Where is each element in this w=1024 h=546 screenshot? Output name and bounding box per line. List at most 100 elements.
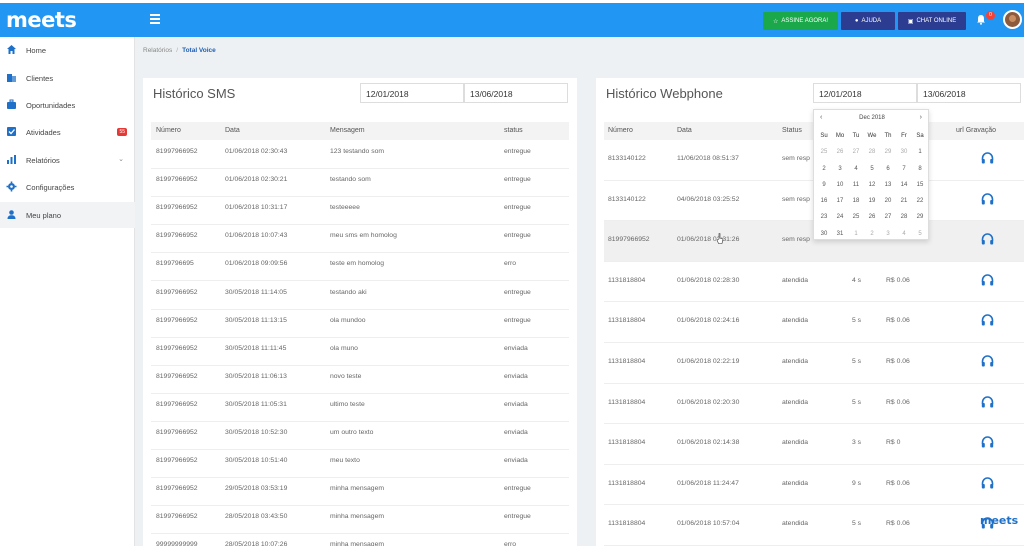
table-row[interactable]: 1131818804 01/06/2018 10:57:04 atendida 5 s… [604,505,1024,546]
breadcrumb-parent[interactable]: Relatórios [143,47,172,54]
calendar-day[interactable]: 18 [848,193,864,209]
calendar-day[interactable]: 29 [912,209,928,225]
calendar-prev-button[interactable]: ‹ [820,114,822,121]
table-row[interactable]: 81997966952 01/06/2018 02:30:21 testando s… [151,169,569,198]
calendar-day[interactable]: 22 [912,193,928,209]
calendar-day[interactable]: 19 [864,193,880,209]
menu-icon[interactable] [150,14,160,24]
calendar-day[interactable]: 10 [832,177,848,193]
table-row[interactable]: 81997966952 30/05/2018 11:11:45 ola muno en… [151,338,569,366]
calendar-day[interactable]: 1 [912,144,928,160]
table-row[interactable]: 1131818804 01/06/2018 02:24:16 atendida 5 s… [604,302,1024,343]
calendar-day[interactable]: 28 [864,144,880,160]
calendar-day[interactable]: 28 [896,209,912,225]
headphone-icon[interactable] [981,233,994,245]
calendar-day[interactable]: 4 [848,161,864,177]
headphone-icon[interactable] [981,476,994,489]
headphone-icon[interactable] [981,192,994,205]
headphone-icon[interactable] [981,436,994,448]
calendar-day[interactable]: 25 [816,144,832,160]
sidebar-item-oportunidades[interactable]: Oportunidades [0,92,135,118]
webphone-date-from-input[interactable]: 12/01/2018 [813,83,917,103]
table-row[interactable]: 1131818804 01/06/2018 02:14:38 atendida 3 s… [604,424,1024,465]
calendar-month-label[interactable]: Dec 2018 [814,115,930,125]
assine-agora-button[interactable]: ☆ ASSINE AGORA! [763,12,838,30]
calendar-day[interactable]: 24 [832,209,848,225]
calendar-day[interactable]: 5 [864,161,880,177]
calendar-day[interactable]: 26 [832,144,848,160]
app-logo[interactable]: meets [6,8,77,32]
sms-date-from-input[interactable]: 12/01/2018 [360,83,464,103]
sidebar-item-atividades[interactable]: Atividades 55 [0,119,135,145]
calendar-day[interactable]: 26 [864,209,880,225]
col-status[interactable]: Status [782,127,802,134]
calendar-day[interactable]: 29 [880,144,896,160]
calendar-day[interactable]: 1 [848,226,864,242]
sidebar-item-home[interactable]: Home [0,37,135,63]
table-row[interactable]: 81997966952 30/05/2018 11:14:05 testando a… [151,282,569,310]
calendar-day[interactable]: 11 [848,177,864,193]
table-row[interactable]: 8199796695 01/06/2018 09:09:56 teste em ho… [151,253,569,282]
bell-icon[interactable] [976,14,986,25]
ajuda-button[interactable]: ● AJUDA [841,12,895,30]
table-row[interactable]: 81997966952 30/05/2018 11:13:15 ola mundoo… [151,310,569,338]
col-status[interactable]: status [504,127,523,134]
calendar-day[interactable]: 7 [896,161,912,177]
table-row[interactable]: 81997966952 30/05/2018 11:05:31 ultimo tes… [151,394,569,422]
calendar-day[interactable]: 3 [832,161,848,177]
sidebar-item-relatorios[interactable]: Relatórios ⌄ [0,147,135,173]
calendar-day[interactable]: 3 [880,226,896,242]
calendar-next-button[interactable]: › [920,114,922,121]
calendar-day[interactable]: 2 [816,161,832,177]
calendar-day[interactable]: 12 [864,177,880,193]
table-row[interactable]: 81997966952 01/06/2018 10:31:17 testeeeee e… [151,197,569,226]
table-row[interactable]: 81997966952 30/05/2018 10:51:40 meu texto e… [151,450,569,479]
calendar-day[interactable]: 23 [816,209,832,225]
col-mensagem[interactable]: Mensagem [330,127,365,134]
calendar-day[interactable]: 14 [896,177,912,193]
calendar-day[interactable]: 17 [832,193,848,209]
table-row[interactable]: 1131818804 01/06/2018 11:24:47 atendida 9 s… [604,465,1024,506]
col-url-gravacao[interactable]: url Gravação [956,127,996,134]
col-numero[interactable]: Número [608,127,633,134]
avatar[interactable] [1003,10,1022,29]
calendar-day[interactable]: 15 [912,177,928,193]
calendar-day[interactable]: 16 [816,193,832,209]
calendar-day[interactable]: 27 [880,209,896,225]
table-row[interactable]: 81997966952 30/05/2018 11:06:13 novo teste… [151,366,569,394]
sidebar-item-meu-plano[interactable]: Meu plano [0,202,135,228]
col-data[interactable]: Data [225,127,240,134]
webphone-date-to-input[interactable]: 13/06/2018 [917,83,1021,103]
col-data[interactable]: Data [677,127,692,134]
calendar-day[interactable]: 6 [880,161,896,177]
table-row[interactable]: 81997966952 30/05/2018 10:52:30 um outro t… [151,422,569,450]
sidebar-item-configuracoes[interactable]: Configurações [0,174,135,200]
table-row[interactable]: 99999999999 28/05/2018 10:07:26 minha mens… [151,534,569,546]
table-row[interactable]: 1131818804 01/06/2018 02:22:19 atendida 5 s… [604,343,1024,384]
calendar-day[interactable]: 27 [848,144,864,160]
headphone-icon[interactable] [981,355,994,367]
table-row[interactable]: 81997966952 28/05/2018 03:43:50 minha mens… [151,506,569,535]
calendar-day[interactable]: 30 [896,144,912,160]
sms-date-to-input[interactable]: 13/06/2018 [464,83,568,103]
col-numero[interactable]: Número [156,127,181,134]
headphone-icon[interactable] [981,273,994,286]
table-row[interactable]: 1131818804 01/06/2018 02:28:30 atendida 4 s… [604,262,1024,303]
calendar-day[interactable]: 8 [912,161,928,177]
calendar-day[interactable]: 13 [880,177,896,193]
calendar-day[interactable]: 4 [896,226,912,242]
calendar-day[interactable]: 9 [816,177,832,193]
calendar-day[interactable]: 25 [848,209,864,225]
calendar-day[interactable]: 2 [864,226,880,242]
table-row[interactable]: 81997966952 01/06/2018 02:30:43 123 testan… [151,141,569,169]
calendar-day[interactable]: 5 [912,226,928,242]
chat-online-button[interactable]: ▣ CHAT ONLINE [898,12,966,30]
table-row[interactable]: 1131818804 01/06/2018 02:20:30 atendida 5 s… [604,384,1024,425]
calendar-day[interactable]: 20 [880,193,896,209]
table-row[interactable]: 81997966952 01/06/2018 10:07:43 meu sms em… [151,225,569,254]
headphone-icon[interactable] [981,152,994,164]
calendar-day[interactable]: 31 [832,226,848,242]
sidebar-item-clientes[interactable]: Clientes [0,65,135,91]
headphone-icon[interactable] [981,314,994,326]
calendar-day[interactable]: 21 [896,193,912,209]
